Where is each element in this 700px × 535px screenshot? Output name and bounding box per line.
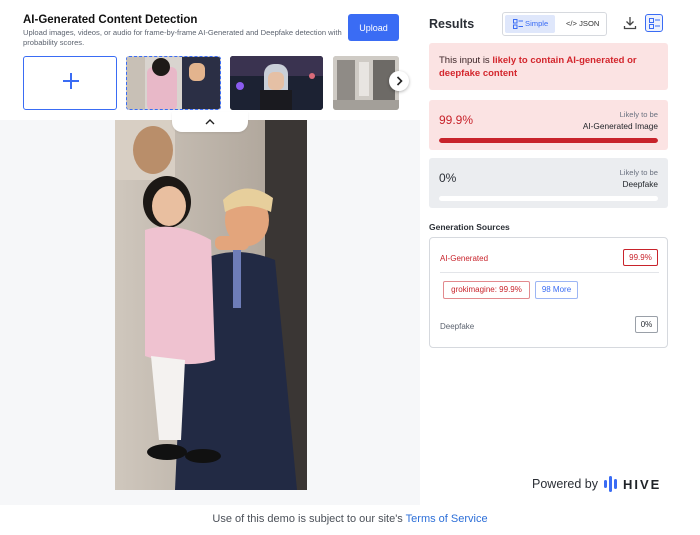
- deepfake-score-label: Deepfake: [622, 179, 658, 189]
- thumbnail-image: [127, 57, 220, 109]
- view-json-label: </> JSON: [566, 19, 600, 28]
- chevron-right-icon: [396, 76, 403, 86]
- generation-sources-card: AI-Generated 99.9% grokimagine: 99.9% 98…: [429, 237, 668, 348]
- terms-of-service-link[interactable]: Terms of Service: [406, 513, 488, 525]
- chevron-up-icon: [205, 119, 215, 125]
- ai-score-value: 99.9%: [439, 113, 474, 127]
- hive-logo-icon: [604, 476, 617, 492]
- view-simple-button[interactable]: Simple: [505, 15, 555, 33]
- download-icon[interactable]: [623, 16, 637, 30]
- plus-icon: [63, 73, 79, 89]
- app: AI-Generated Content Detection Upload im…: [0, 0, 700, 535]
- source-chip-grokimagine[interactable]: grokimagine: 99.9%: [443, 281, 530, 299]
- footer-text: Use of this demo is subject to our site'…: [212, 513, 406, 525]
- ai-score-label: AI-Generated Image: [582, 121, 658, 131]
- media-preview: [115, 120, 307, 490]
- thumbnail[interactable]: [230, 56, 323, 110]
- collapse-thumbnails-button[interactable]: [172, 112, 248, 132]
- ai-score-bar: [439, 138, 658, 143]
- deepfake-score-value: 0%: [439, 171, 457, 185]
- next-thumbnails-button[interactable]: [389, 71, 409, 91]
- source-deepfake-value: 0%: [635, 316, 658, 333]
- thumbnail-image: [230, 56, 323, 110]
- view-simple-label: Simple: [525, 19, 549, 28]
- results-title: Results: [429, 17, 475, 31]
- page-title: AI-Generated Content Detection: [23, 14, 198, 26]
- source-ai-label: AI-Generated: [440, 254, 489, 263]
- layout-toggle-button[interactable]: [645, 14, 663, 32]
- media-header: AI-Generated Content Detection Upload im…: [0, 0, 420, 120]
- divider: [440, 272, 659, 273]
- layout-icon: [649, 18, 660, 29]
- view-json-button[interactable]: </> JSON: [558, 15, 605, 33]
- page-subtitle: Upload images, videos, or audio for fram…: [23, 28, 342, 47]
- more-sources-button[interactable]: 98 More: [535, 281, 578, 299]
- add-media-button[interactable]: [23, 56, 117, 110]
- verdict-banner: This input is likely to contain AI-gener…: [429, 43, 668, 90]
- deepfake-score-bar: [439, 196, 658, 201]
- deepfake-score-caption: Likely to be: [619, 168, 658, 177]
- source-ai-value: 99.9%: [623, 249, 658, 266]
- list-icon: [513, 19, 523, 29]
- powered-by-text: Powered by: [532, 477, 599, 491]
- media-panel: AI-Generated Content Detection Upload im…: [0, 0, 420, 505]
- hive-brand: HIVE: [623, 477, 662, 492]
- ai-score-bar-fill: [439, 138, 658, 143]
- thumbnail-strip: [23, 56, 409, 111]
- source-deepfake-label: Deepfake: [440, 322, 475, 331]
- verdict-prefix: This input is: [439, 55, 493, 66]
- ai-generated-score-card: 99.9% Likely to be AI-Generated Image: [429, 100, 668, 150]
- preview-image: [115, 120, 307, 490]
- view-toggle: Simple </> JSON: [502, 12, 607, 36]
- upload-button[interactable]: Upload: [348, 14, 399, 41]
- generation-sources-title: Generation Sources: [429, 222, 510, 232]
- thumbnail-selected[interactable]: [126, 56, 221, 110]
- deepfake-score-card: 0% Likely to be Deepfake: [429, 158, 668, 208]
- footer: Use of this demo is subject to our site'…: [0, 513, 700, 525]
- ai-score-caption: Likely to be: [619, 110, 658, 119]
